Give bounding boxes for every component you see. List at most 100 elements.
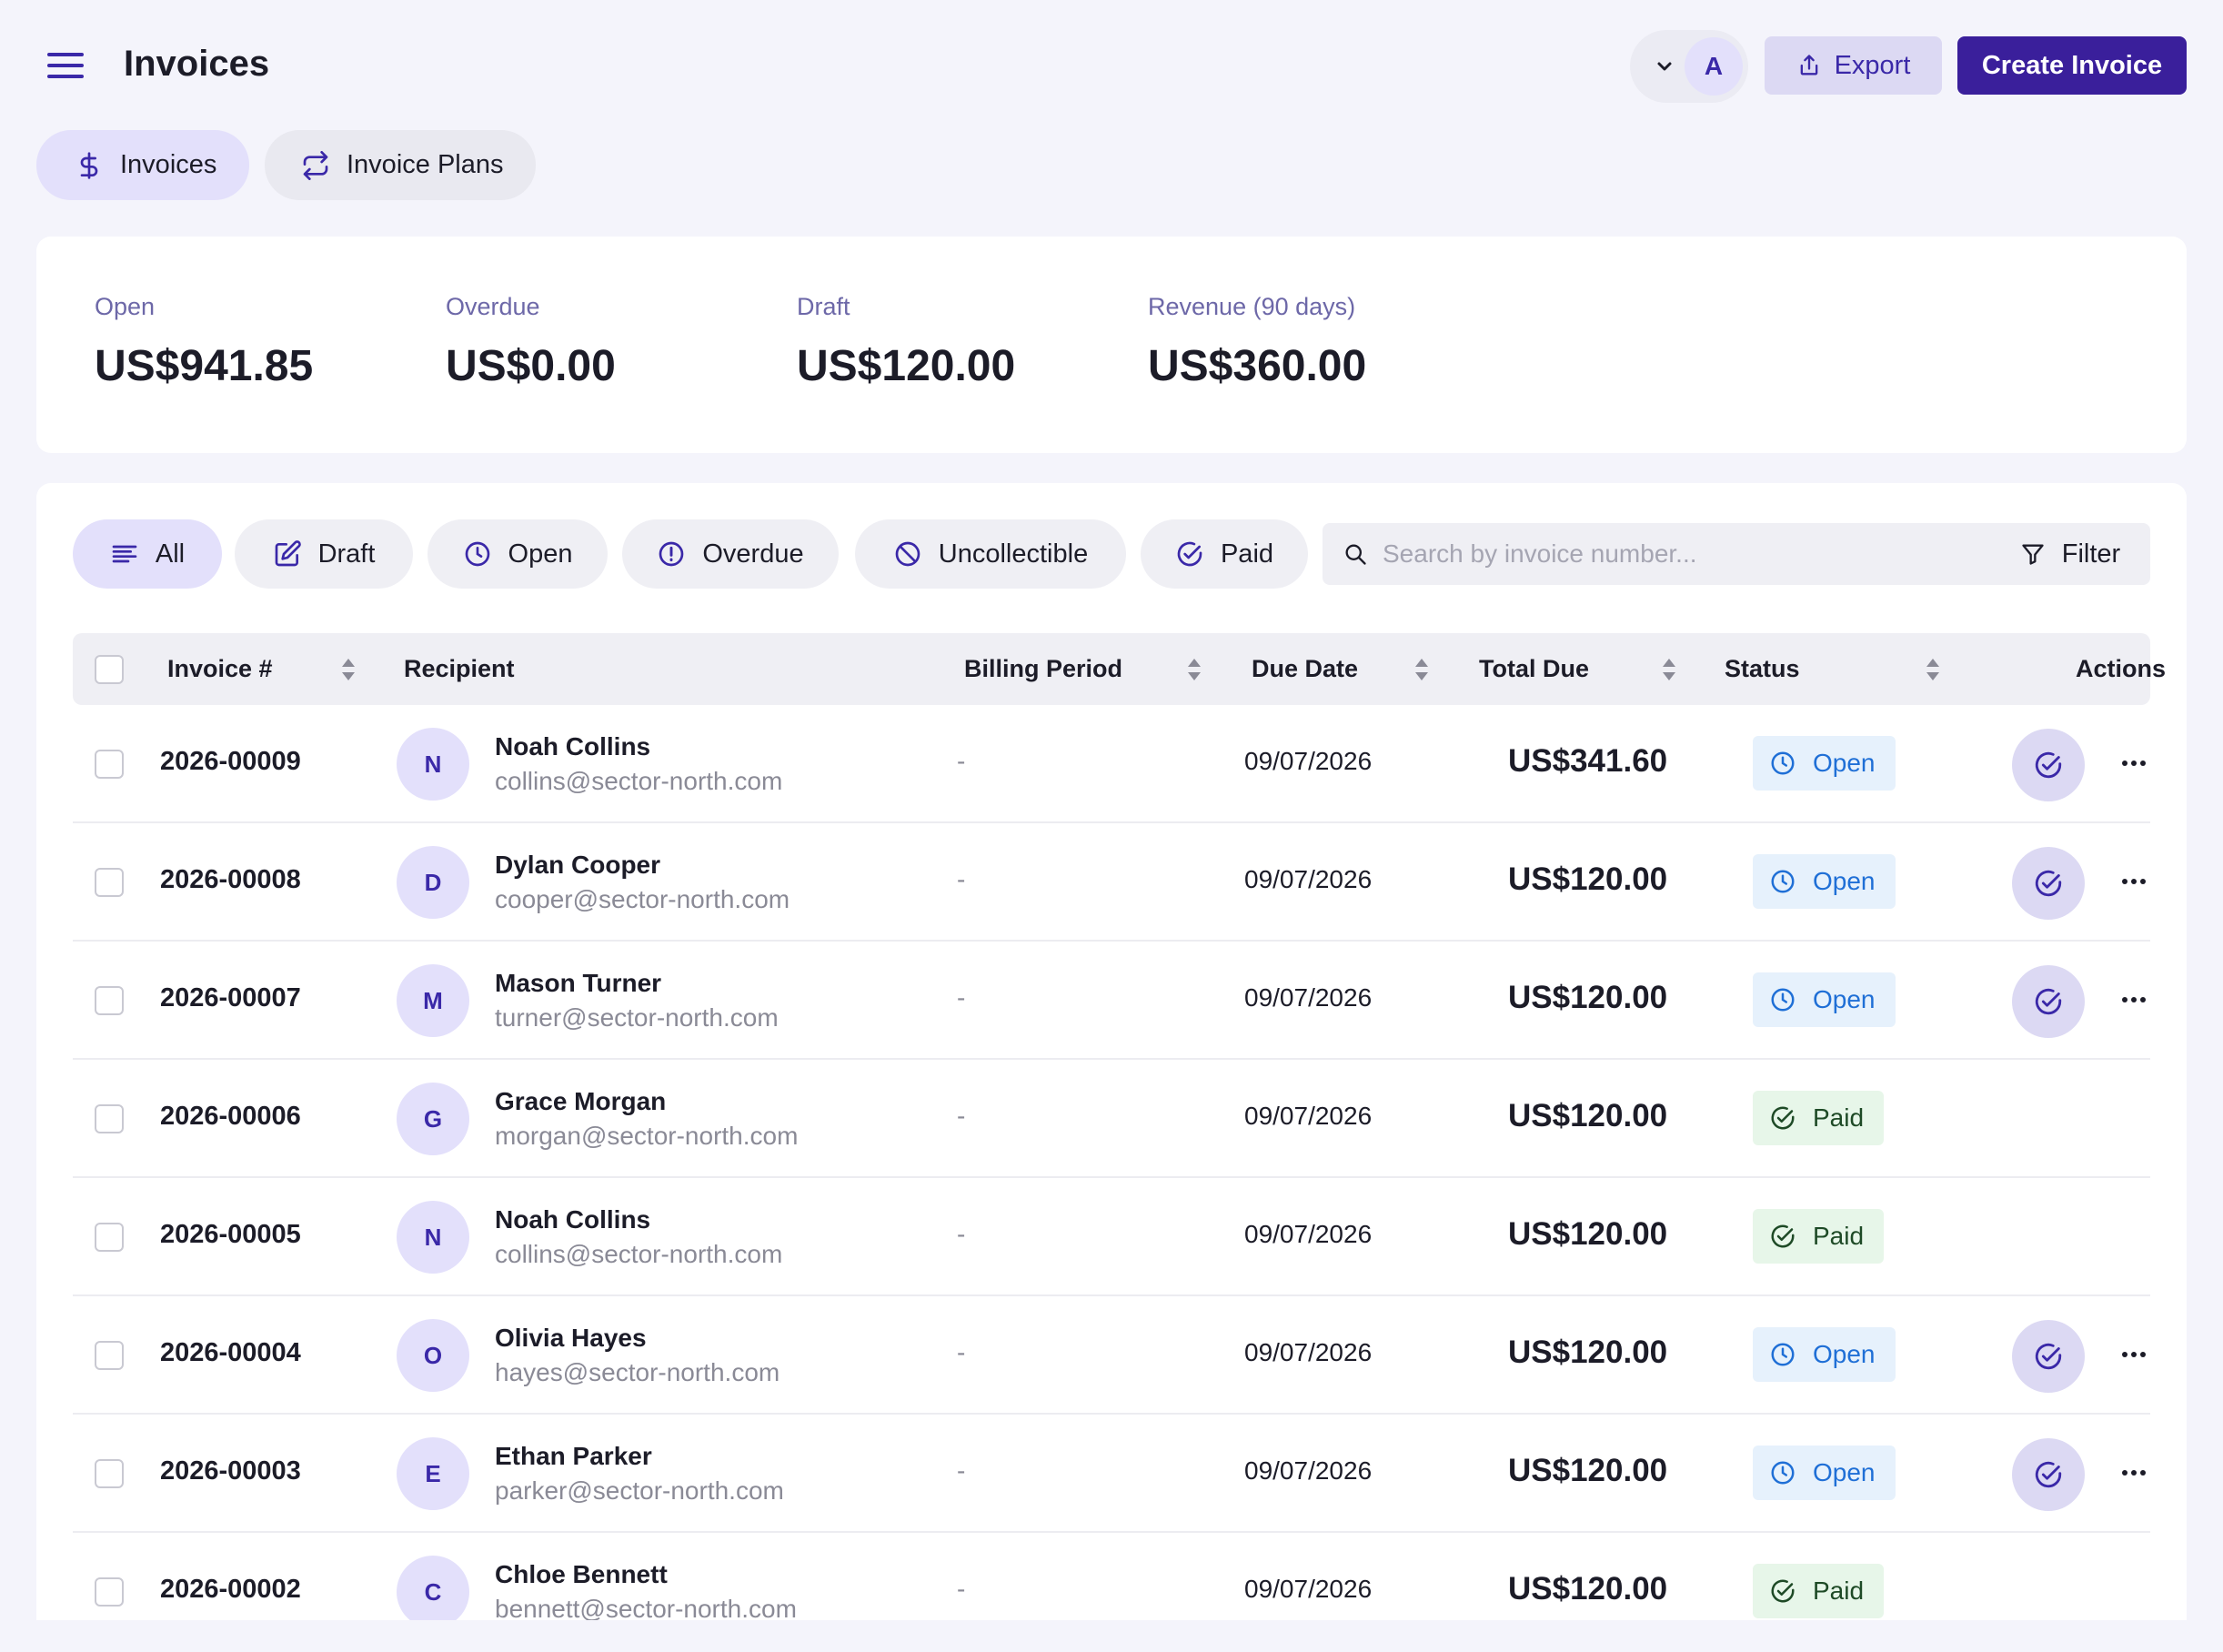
sort-icon[interactable] <box>1412 655 1432 684</box>
filter-chip-all[interactable]: All <box>73 519 222 589</box>
status-badge: Open <box>1753 854 1896 909</box>
tab-invoice-plans[interactable]: Invoice Plans <box>265 130 536 200</box>
summary-card: Open US$941.85 Overdue US$0.00 Draft US$… <box>36 237 2187 453</box>
check-circle-icon <box>2035 1343 2062 1370</box>
tab-label: Invoices <box>120 150 217 179</box>
more-options-icon[interactable] <box>2117 747 2150 780</box>
status-badge: Paid <box>1753 1209 1885 1264</box>
mark-paid-button[interactable] <box>2012 847 2085 920</box>
mark-paid-button[interactable] <box>2012 1438 2085 1511</box>
row-checkbox[interactable] <box>95 986 124 1015</box>
invoice-list-panel: All Draft Open Overdue Uncollectible Pai… <box>36 483 2187 1620</box>
due-date: 09/07/2026 <box>1244 1575 1373 1603</box>
tab-label: Invoice Plans <box>347 150 504 179</box>
recipient-avatar: N <box>397 728 469 801</box>
sort-icon[interactable] <box>338 655 358 684</box>
stat-label: Draft <box>797 293 850 320</box>
sort-icon[interactable] <box>1184 655 1204 684</box>
more-options-icon[interactable] <box>2117 1456 2150 1489</box>
invoice-number[interactable]: 2026-00009 <box>160 747 301 777</box>
recipient-email: turner@sector-north.com <box>495 1003 779 1032</box>
invoice-number[interactable]: 2026-00003 <box>160 1456 301 1486</box>
mark-paid-button[interactable] <box>2012 1320 2085 1393</box>
billing-period: - <box>957 1220 966 1248</box>
table-row[interactable]: 2026-00008 D Dylan Cooper cooper@sector-nor… <box>73 823 2150 942</box>
billing-period: - <box>957 983 966 1012</box>
due-date: 09/07/2026 <box>1244 1220 1373 1248</box>
table-row[interactable]: 2026-00002 C Chloe Bennett bennett@sector-n… <box>73 1533 2150 1620</box>
account-menu[interactable]: A <box>1630 30 1748 103</box>
menu-icon[interactable] <box>44 45 87 86</box>
total-due: US$120.00 <box>1508 1098 1668 1133</box>
stat-value: US$360.00 <box>1148 342 1367 390</box>
alert-circle-icon <box>659 541 684 567</box>
search-input[interactable] <box>1383 539 2001 569</box>
check-circle-icon <box>1771 1106 1795 1130</box>
invoice-number[interactable]: 2026-00008 <box>160 865 301 895</box>
chip-label: Paid <box>1220 539 1274 569</box>
stat-value: US$120.00 <box>797 342 1016 390</box>
table-row[interactable]: 2026-00007 M Mason Turner turner@sector-nor… <box>73 942 2150 1060</box>
stat-label: Revenue (90 days) <box>1148 293 1356 320</box>
due-date: 09/07/2026 <box>1244 747 1373 775</box>
row-checkbox[interactable] <box>95 1577 124 1607</box>
row-checkbox[interactable] <box>95 1104 124 1133</box>
invoice-number[interactable]: 2026-00004 <box>160 1338 301 1368</box>
filter-button[interactable]: Filter <box>1990 523 2150 585</box>
filter-chip-draft[interactable]: Draft <box>235 519 413 589</box>
recipient-name: Olivia Hayes <box>495 1324 647 1352</box>
recipient-avatar: D <box>397 846 469 919</box>
invoices-app: Invoices A Export Create Invoice Invoice… <box>0 0 2223 1652</box>
row-checkbox[interactable] <box>95 1341 124 1370</box>
filter-chip-paid[interactable]: Paid <box>1141 519 1308 589</box>
invoice-number[interactable]: 2026-00005 <box>160 1220 301 1250</box>
recipient-avatar: C <box>397 1556 469 1620</box>
invoice-number[interactable]: 2026-00006 <box>160 1102 301 1132</box>
col-recipient: Recipient <box>404 655 515 682</box>
recipient-email: collins@sector-north.com <box>495 1240 783 1268</box>
col-due-date: Due Date <box>1252 655 1359 682</box>
recipient-avatar: E <box>397 1437 469 1510</box>
chip-label: Uncollectible <box>938 539 1089 569</box>
recipient-name: Grace Morgan <box>495 1087 667 1115</box>
repeat-icon <box>303 150 328 180</box>
table-row[interactable]: 2026-00004 O Olivia Hayes hayes@sector-nort… <box>73 1296 2150 1415</box>
row-checkbox[interactable] <box>95 1459 124 1488</box>
recipient-email: parker@sector-north.com <box>495 1476 784 1505</box>
list-icon <box>112 545 137 563</box>
mark-paid-button[interactable] <box>2012 965 2085 1038</box>
tab-invoices[interactable]: Invoices <box>36 130 249 200</box>
more-options-icon[interactable] <box>2117 1338 2150 1371</box>
row-checkbox[interactable] <box>95 750 124 779</box>
col-total-due: Total Due <box>1479 655 1589 682</box>
create-invoice-button[interactable]: Create Invoice <box>1957 36 2187 95</box>
sort-icon[interactable] <box>1923 655 1943 684</box>
status-label: Paid <box>1813 1222 1865 1250</box>
due-date: 09/07/2026 <box>1244 1338 1373 1366</box>
table-row[interactable]: 2026-00009 N Noah Collins collins@sector-no… <box>73 705 2150 823</box>
filter-chip-open[interactable]: Open <box>428 519 608 589</box>
table-row[interactable]: 2026-00003 E Ethan Parker parker@sector-nor… <box>73 1415 2150 1533</box>
table-row[interactable]: 2026-00006 G Grace Morgan morgan@sector-nor… <box>73 1060 2150 1178</box>
status-label: Open <box>1813 749 1876 777</box>
recipient-email: cooper@sector-north.com <box>495 885 790 913</box>
export-button[interactable]: Export <box>1765 36 1942 95</box>
invoice-number[interactable]: 2026-00007 <box>160 983 301 1013</box>
more-options-icon[interactable] <box>2117 865 2150 898</box>
check-circle-icon <box>2035 1461 2062 1488</box>
row-checkbox[interactable] <box>95 1223 124 1252</box>
status-badge: Paid <box>1753 1091 1885 1145</box>
check-circle-icon <box>1771 1224 1795 1248</box>
filter-chip-overdue[interactable]: Overdue <box>622 519 839 589</box>
edit-icon <box>275 540 301 567</box>
more-options-icon[interactable] <box>2117 983 2150 1016</box>
filter-chip-uncollectible[interactable]: Uncollectible <box>855 519 1126 589</box>
select-all-checkbox[interactable] <box>95 655 124 684</box>
invoice-number[interactable]: 2026-00002 <box>160 1575 301 1605</box>
check-circle-icon <box>2035 751 2062 779</box>
sort-icon[interactable] <box>1659 655 1679 684</box>
table-row[interactable]: 2026-00005 N Noah Collins collins@sector-no… <box>73 1178 2150 1296</box>
status-label: Open <box>1813 867 1876 895</box>
mark-paid-button[interactable] <box>2012 729 2085 801</box>
row-checkbox[interactable] <box>95 868 124 897</box>
